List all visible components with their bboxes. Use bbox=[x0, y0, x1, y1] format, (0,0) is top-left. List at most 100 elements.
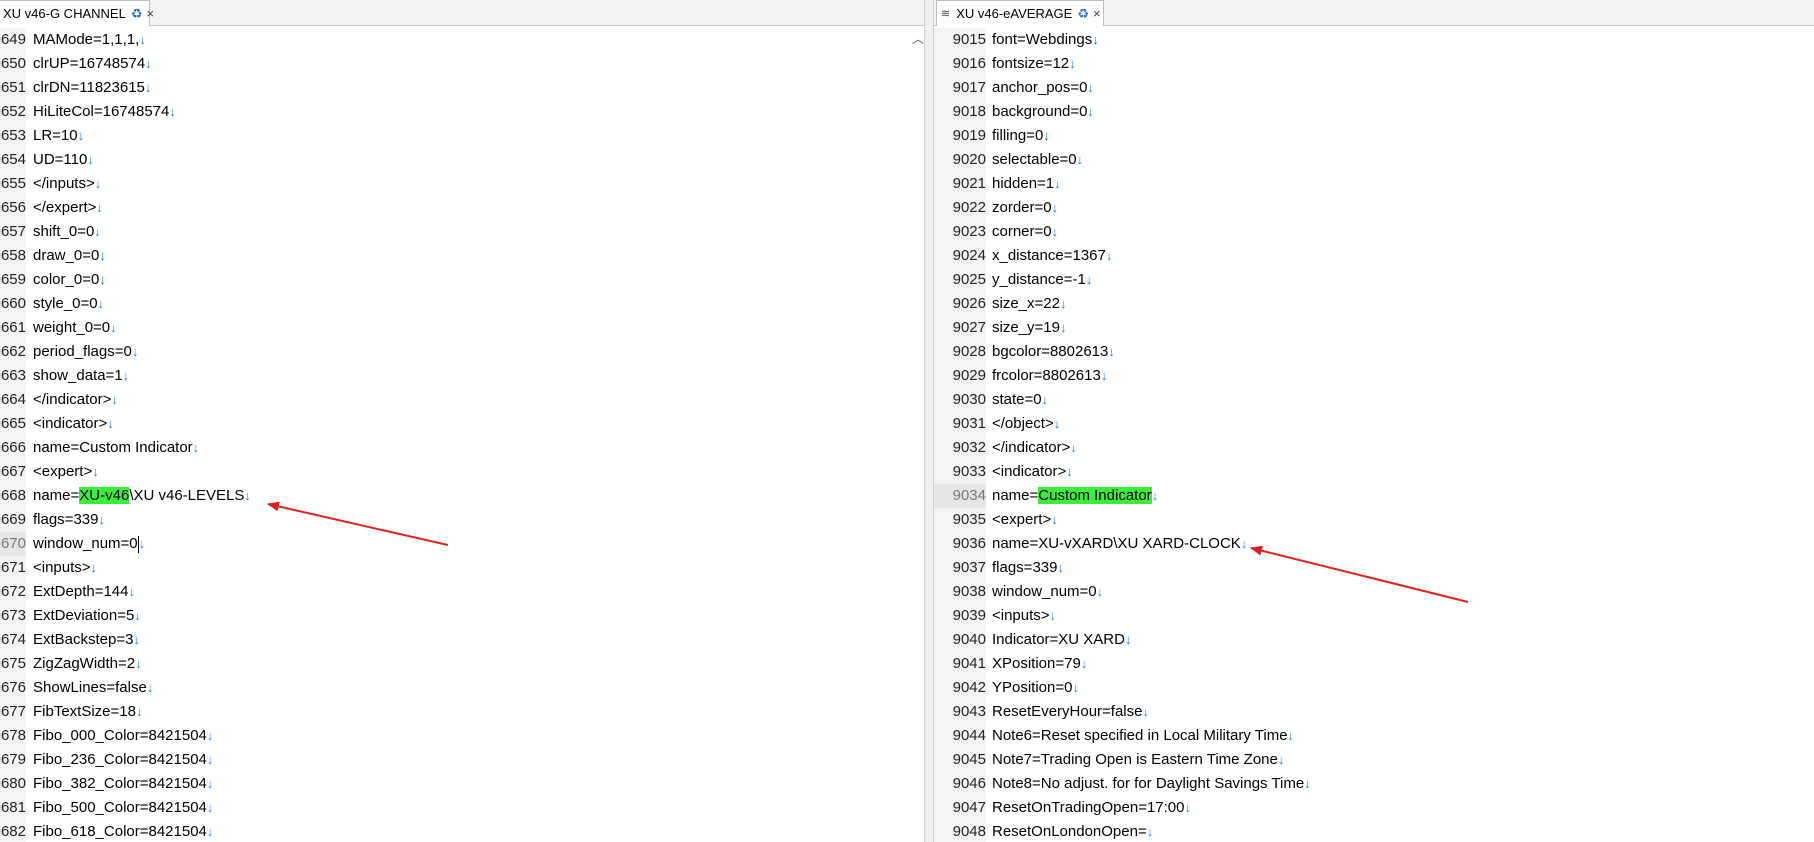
code-line[interactable]: 9673 ExtDeviation=5↓ bbox=[0, 604, 930, 628]
code-line[interactable]: 9028 bgcolor=8802613↓ bbox=[934, 340, 1814, 364]
code-line[interactable]: 9022 zorder=0↓ bbox=[934, 196, 1814, 220]
code-line[interactable]: 9020 selectable=0↓ bbox=[934, 148, 1814, 172]
line-number: 9677 bbox=[0, 700, 26, 724]
code-line[interactable]: 9038 window_num=0↓ bbox=[934, 580, 1814, 604]
code-line[interactable]: 9041 XPosition=79↓ bbox=[934, 652, 1814, 676]
code-line[interactable]: 9669 flags=339↓ bbox=[0, 508, 930, 532]
line-break-icon: ↓ bbox=[1146, 824, 1154, 839]
code-line[interactable]: 9666 name=Custom Indicator↓ bbox=[0, 436, 930, 460]
code-line[interactable]: 9030 state=0↓ bbox=[934, 388, 1814, 412]
code-line[interactable]: 9035 <expert>↓ bbox=[934, 508, 1814, 532]
code-line[interactable]: 9033 <indicator>↓ bbox=[934, 460, 1814, 484]
code-line[interactable]: 9650 clrUP=16748574↓ bbox=[0, 52, 930, 76]
line-number: 9665 bbox=[0, 412, 26, 436]
left-editor-pane[interactable]: XU v46-G CHANNEL ♻ × ︿ 9649MAMode=1,1,1,… bbox=[0, 0, 930, 842]
code-line[interactable]: 9017 anchor_pos=0↓ bbox=[934, 76, 1814, 100]
code-line[interactable]: 9037 flags=339↓ bbox=[934, 556, 1814, 580]
tab-xu-v46-eaverage[interactable]: ≋ XU v46-eAVERAGE ♻ × bbox=[936, 0, 1104, 26]
code-line[interactable]: 9026 size_x=22↓ bbox=[934, 292, 1814, 316]
code-line[interactable]: 9667 <expert>↓ bbox=[0, 460, 930, 484]
code-line[interactable]: 9663 show_data=1↓ bbox=[0, 364, 930, 388]
code-line[interactable]: 9032 </indicator>↓ bbox=[934, 436, 1814, 460]
line-number: 9676 bbox=[0, 676, 26, 700]
code-line[interactable]: 9676 ShowLines=false↓ bbox=[0, 676, 930, 700]
code-line[interactable]: 9019 filling=0↓ bbox=[934, 124, 1814, 148]
code-line[interactable]: 9670 window_num=0↓ bbox=[0, 532, 930, 556]
code-line[interactable]: 9027 size_y=19↓ bbox=[934, 316, 1814, 340]
line-text: selectable=0↓ bbox=[992, 151, 1084, 168]
code-lines[interactable]: 9649MAMode=1,1,1,↓9650clrUP=16748574↓965… bbox=[0, 28, 930, 842]
line-text: </indicator>↓ bbox=[992, 439, 1077, 456]
code-line[interactable]: 9660 style_0=0↓ bbox=[0, 292, 930, 316]
code-line[interactable]: 9025 y_distance=-1↓ bbox=[934, 268, 1814, 292]
code-line[interactable]: 9677 FibTextSize=18↓ bbox=[0, 700, 930, 724]
code-line[interactable]: 9043 ResetEveryHour=false↓ bbox=[934, 700, 1814, 724]
code-line[interactable]: 9665 <indicator>↓ bbox=[0, 412, 930, 436]
code-line[interactable]: 9653 LR=10↓ bbox=[0, 124, 930, 148]
code-line[interactable]: 9034 name=Custom Indicator↓ bbox=[934, 484, 1814, 508]
code-line[interactable]: 9024 x_distance=1367↓ bbox=[934, 244, 1814, 268]
code-line[interactable]: 9023 corner=0↓ bbox=[934, 220, 1814, 244]
code-line[interactable]: 9029 frcolor=8802613↓ bbox=[934, 364, 1814, 388]
code-line[interactable]: 9046 Note8=No adjust. for for Daylight Sa… bbox=[934, 772, 1814, 796]
line-number: 9028 bbox=[934, 340, 986, 364]
code-line[interactable]: 9048 ResetOnLondonOpen=↓ bbox=[934, 820, 1814, 842]
line-number: 9033 bbox=[934, 460, 986, 484]
code-line[interactable]: 9021 hidden=1↓ bbox=[934, 172, 1814, 196]
line-break-icon: ↓ bbox=[206, 728, 214, 743]
tab-xu-v46-g-channel[interactable]: XU v46-G CHANNEL ♻ × bbox=[0, 0, 154, 26]
code-line[interactable]: 9658 draw_0=0↓ bbox=[0, 244, 930, 268]
line-break-icon: ↓ bbox=[1066, 464, 1073, 479]
code-line[interactable]: 9672 ExtDepth=144↓ bbox=[0, 580, 930, 604]
line-number: 9660 bbox=[0, 292, 26, 316]
code-line[interactable]: 9674 ExtBackstep=3↓ bbox=[0, 628, 930, 652]
code-line[interactable]: 9652 HiLiteCol=16748574↓ bbox=[0, 100, 930, 124]
line-number: 9657 bbox=[0, 220, 26, 244]
line-number: 9667 bbox=[0, 460, 26, 484]
code-line[interactable]: 9675 ZigZagWidth=2↓ bbox=[0, 652, 930, 676]
code-line[interactable]: 9662 period_flags=0↓ bbox=[0, 340, 930, 364]
pane-splitter[interactable] bbox=[924, 0, 934, 842]
code-lines[interactable]: 9015 font=Webdings↓ 9016 fontsize=12↓ 9017 an… bbox=[934, 28, 1814, 842]
code-line[interactable]: 9654 UD=110↓ bbox=[0, 148, 930, 172]
code-line[interactable]: 9657 shift_0=0↓ bbox=[0, 220, 930, 244]
code-line[interactable]: 9656 </expert>↓ bbox=[0, 196, 930, 220]
code-line[interactable]: 9031 </object>↓ bbox=[934, 412, 1814, 436]
line-number: 9669 bbox=[0, 508, 26, 532]
line-break-icon: ↓ bbox=[94, 224, 101, 239]
line-text: filling=0↓ bbox=[992, 127, 1050, 144]
code-line[interactable]: 9042 YPosition=0↓ bbox=[934, 676, 1814, 700]
code-line[interactable]: 9047 ResetOnTradingOpen=17:00↓ bbox=[934, 796, 1814, 820]
code-line[interactable]: 9668 name=XU-v46\XU v46-LEVELS↓ bbox=[0, 484, 930, 508]
code-line[interactable]: 9681 Fibo_500_Color=8421504↓ bbox=[0, 796, 930, 820]
code-line[interactable]: 9682 Fibo_618_Color=8421504↓ bbox=[0, 820, 930, 842]
code-line[interactable]: 9039 <inputs>↓ bbox=[934, 604, 1814, 628]
line-text: <expert>↓ bbox=[33, 463, 99, 480]
code-line[interactable]: 9015 font=Webdings↓ bbox=[934, 28, 1814, 52]
code-line[interactable]: 9649 MAMode=1,1,1,↓ bbox=[0, 28, 930, 52]
code-line[interactable]: 9671 <inputs>↓ bbox=[0, 556, 930, 580]
code-line[interactable]: 9680 Fibo_382_Color=8421504↓ bbox=[0, 772, 930, 796]
code-line[interactable]: 9679 Fibo_236_Color=8421504↓ bbox=[0, 748, 930, 772]
code-line[interactable]: 9664 </indicator>↓ bbox=[0, 388, 930, 412]
line-number: 9656 bbox=[0, 196, 26, 220]
right-editor-pane[interactable]: ≋ XU v46-eAVERAGE ♻ × 9015 font=Webdings↓… bbox=[934, 0, 1814, 842]
code-line[interactable]: 9651 clrDN=11823615↓ bbox=[0, 76, 930, 100]
line-text: </inputs>↓ bbox=[33, 175, 102, 192]
code-line[interactable]: 9036 name=XU-vXARD\XU XARD-CLOCK↓ bbox=[934, 532, 1814, 556]
code-line[interactable]: 9678 Fibo_000_Color=8421504↓ bbox=[0, 724, 930, 748]
code-line[interactable]: 9661 weight_0=0↓ bbox=[0, 316, 930, 340]
close-icon[interactable]: × bbox=[146, 6, 154, 21]
line-break-icon: ↓ bbox=[1151, 488, 1159, 503]
line-number: 9029 bbox=[934, 364, 986, 388]
code-line[interactable]: 9659 color_0=0↓ bbox=[0, 268, 930, 292]
code-line[interactable]: 9044 Note6=Reset specified in Local Milit… bbox=[934, 724, 1814, 748]
code-line[interactable]: 9040 Indicator=XU XARD↓ bbox=[934, 628, 1814, 652]
close-icon[interactable]: × bbox=[1093, 6, 1101, 21]
line-break-icon: ↓ bbox=[90, 560, 98, 575]
line-number: 9015 bbox=[934, 28, 986, 52]
code-line[interactable]: 9655 </inputs>↓ bbox=[0, 172, 930, 196]
code-line[interactable]: 9045 Note7=Trading Open is Eastern Time Z… bbox=[934, 748, 1814, 772]
code-line[interactable]: 9016 fontsize=12↓ bbox=[934, 52, 1814, 76]
code-line[interactable]: 9018 background=0↓ bbox=[934, 100, 1814, 124]
